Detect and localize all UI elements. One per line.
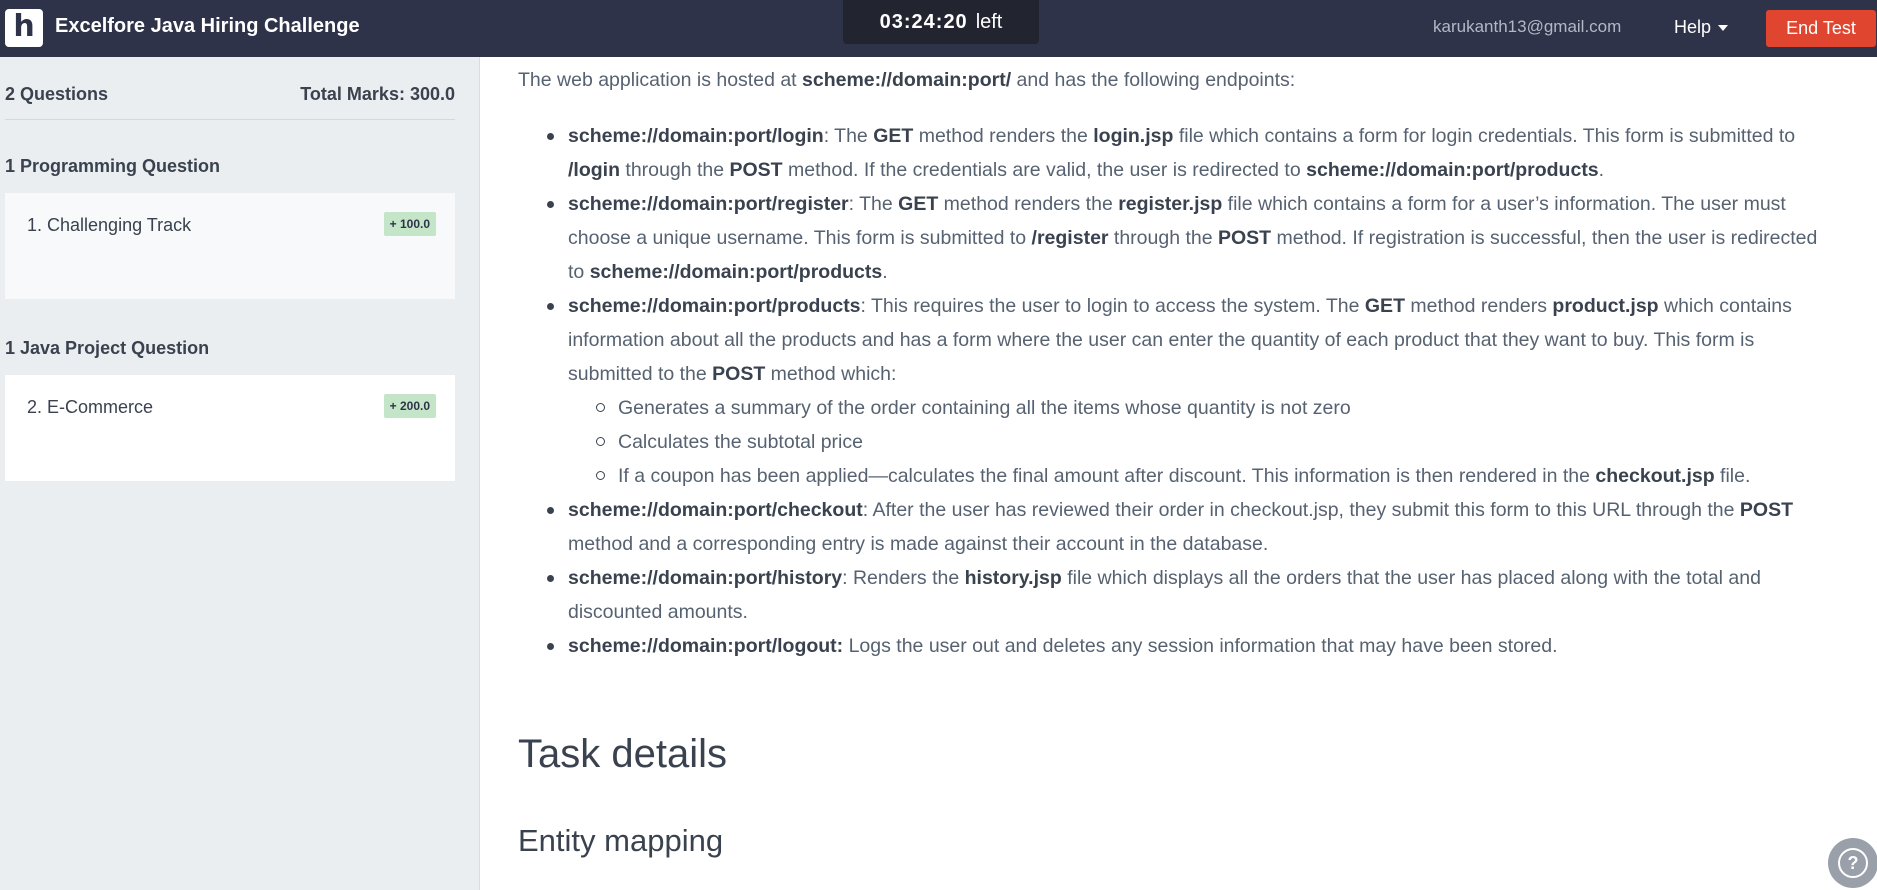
end-test-button[interactable]: End Test (1766, 10, 1876, 47)
question-item-challenging-track[interactable]: 1. Challenging Track + 100.0 (5, 193, 455, 299)
timer-suffix: left (975, 10, 1003, 33)
marks-badge: + 200.0 (383, 394, 436, 418)
total-marks: Total Marks: 300.0 (300, 84, 455, 104)
endpoint-checkout: scheme://domain:port/checkout: After the… (518, 493, 1828, 561)
heading-entity-mapping: Entity mapping (518, 823, 724, 858)
question-sidebar: 2 Questions Total Marks: 300.0 1 Program… (0, 57, 480, 890)
sub-item-coupon: If a coupon has been applied—calculates … (568, 459, 1828, 493)
challenge-title: Excelfore Java Hiring Challenge (55, 15, 360, 37)
question-title: 1. Challenging Track (27, 215, 192, 235)
sub-item-summary: Generates a summary of the order contain… (568, 391, 1828, 425)
products-sub-list: Generates a summary of the order contain… (568, 391, 1828, 493)
heading-task-details: Task details (518, 732, 727, 776)
timer-value: 03:24:20 (879, 10, 968, 33)
problem-statement: The web application is hosted at scheme:… (480, 57, 1877, 890)
group-title-java-project: 1 Java Project Question (5, 338, 210, 358)
endpoint-list: scheme://domain:port/login: The GET meth… (518, 119, 1828, 663)
question-title: 2. E-Commerce (27, 397, 154, 417)
endpoint-register: scheme://domain:port/register: The GET m… (518, 187, 1828, 289)
endpoint-logout: scheme://domain:port/logout: Logs the us… (518, 629, 1828, 663)
help-label: Help (1674, 17, 1712, 37)
sidebar-divider (5, 119, 455, 120)
sidebar-summary: 2 Questions Total Marks: 300.0 (5, 84, 455, 105)
caret-down-icon (1718, 24, 1729, 31)
question-item-ecommerce[interactable]: 2. E-Commerce + 200.0 (5, 375, 455, 481)
marks-badge: + 100.0 (383, 212, 436, 236)
help-chat-button[interactable]: ? (1828, 838, 1877, 888)
user-email: karukanth13@gmail.com (1433, 17, 1622, 36)
hackerearth-logo-icon[interactable]: h (5, 9, 43, 47)
sub-item-subtotal: Calculates the subtotal price (568, 425, 1828, 459)
endpoint-products: scheme://domain:port/products: This requ… (518, 289, 1828, 493)
help-menu[interactable]: Help (1674, 17, 1729, 38)
countdown-timer: 03:24:20 left (843, 0, 1039, 44)
question-mark-icon: ? (1838, 848, 1868, 878)
endpoint-history: scheme://domain:port/history: Renders th… (518, 561, 1828, 629)
group-title-programming: 1 Programming Question (5, 156, 221, 176)
endpoints-intro: The web application is hosted at scheme:… (518, 69, 1296, 91)
endpoint-login: scheme://domain:port/login: The GET meth… (518, 119, 1828, 187)
top-bar: h Excelfore Java Hiring Challenge 03:24:… (0, 0, 1877, 57)
question-count: 2 Questions (5, 84, 109, 104)
